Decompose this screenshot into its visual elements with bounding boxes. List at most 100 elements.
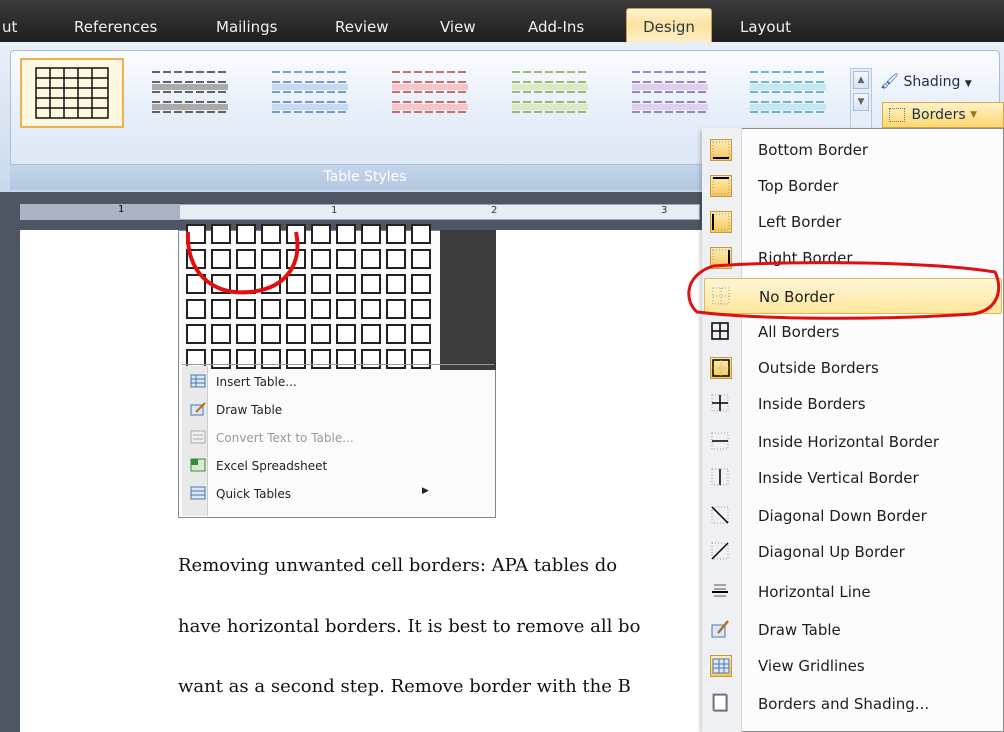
tab-view[interactable]: View: [440, 18, 476, 40]
grid-cell[interactable]: [361, 224, 381, 244]
borders-button[interactable]: Borders ▼: [882, 102, 1004, 128]
shading-button[interactable]: 🖌 Shading ▼: [880, 72, 1000, 96]
draw-table-label: Draw Table: [216, 403, 283, 417]
top-border-item[interactable]: Top Border: [704, 168, 1002, 204]
diagonal-up-border-item[interactable]: Diagonal Up Border: [704, 534, 1002, 570]
grid-cell[interactable]: [411, 324, 431, 344]
tab-add-ins[interactable]: Add-Ins: [528, 18, 584, 40]
borders-and-shading-item[interactable]: Borders and Shading...: [704, 686, 1002, 722]
grid-cell[interactable]: [311, 349, 331, 369]
grid-cell[interactable]: [336, 249, 356, 269]
table-style-swatch-red[interactable]: [380, 58, 484, 128]
table-style-swatch-grid[interactable]: [20, 58, 124, 128]
convert-text-item[interactable]: Convert Text to Table...: [182, 424, 442, 452]
draw-table-border-item[interactable]: Draw Table: [704, 612, 1002, 648]
grid-cell[interactable]: [361, 349, 381, 369]
grid-cell[interactable]: [311, 299, 331, 319]
grid-cell[interactable]: [261, 299, 281, 319]
grid-cell[interactable]: [211, 349, 231, 369]
inside-borders-item[interactable]: Inside Borders: [704, 386, 1002, 422]
grid-cell[interactable]: [311, 274, 331, 294]
draw-table-border-label: Draw Table: [758, 621, 841, 639]
grid-cell[interactable]: [336, 299, 356, 319]
inside-horizontal-border-item[interactable]: Inside Horizontal Border: [704, 424, 1002, 460]
grid-cell[interactable]: [236, 299, 256, 319]
grid-cell[interactable]: [386, 324, 406, 344]
diagonal-up-border-label: Diagonal Up Border: [758, 543, 905, 561]
chevron-down-icon[interactable]: ▼: [970, 110, 977, 120]
left-border-item[interactable]: Left Border: [704, 204, 1002, 240]
inside-horizontal-border-label: Inside Horizontal Border: [758, 433, 940, 451]
table-style-swatch-gray[interactable]: [140, 58, 244, 128]
grid-cell[interactable]: [211, 324, 231, 344]
grid-cell[interactable]: [311, 324, 331, 344]
tab-review[interactable]: Review: [335, 18, 389, 40]
inside-vertical-border-item[interactable]: Inside Vertical Border: [704, 460, 1002, 496]
table-style-swatch-cyan[interactable]: [738, 58, 842, 128]
grid-cell[interactable]: [361, 299, 381, 319]
grid-cell[interactable]: [236, 349, 256, 369]
tab-design[interactable]: Design: [626, 8, 712, 42]
borders-label: Borders: [911, 107, 966, 123]
view-gridlines-item[interactable]: View Gridlines: [704, 648, 1002, 684]
table-style-swatch-green[interactable]: [500, 58, 604, 128]
outside-borders-label: Outside Borders: [758, 359, 879, 377]
grid-cell[interactable]: [311, 224, 331, 244]
grid-cell[interactable]: [286, 324, 306, 344]
convert-icon: [190, 430, 206, 444]
grid-cell[interactable]: [186, 299, 206, 319]
grid-cell[interactable]: [411, 224, 431, 244]
grid-cell[interactable]: [336, 274, 356, 294]
bottom-border-label: Bottom Border: [758, 141, 869, 159]
excel-spreadsheet-item[interactable]: Excel Spreadsheet: [182, 452, 442, 480]
outside-borders-item[interactable]: Outside Borders: [704, 350, 1002, 386]
grid-cell[interactable]: [411, 349, 431, 369]
body-paragraph-line: want as a second step. Remove border wit…: [178, 676, 631, 697]
left-border-label: Left Border: [758, 213, 842, 231]
gallery-up-icon[interactable]: ▲: [853, 71, 869, 89]
grid-cell[interactable]: [411, 274, 431, 294]
grid-cell[interactable]: [386, 299, 406, 319]
diagonal-down-border-item[interactable]: Diagonal Down Border: [704, 498, 1002, 534]
tab-layout[interactable]: Layout: [740, 18, 791, 40]
all-borders-icon: [710, 321, 732, 343]
left-border-icon: [710, 211, 732, 233]
grid-cell[interactable]: [261, 349, 281, 369]
tab-layout-partial[interactable]: ut: [2, 18, 17, 40]
grid-cell[interactable]: [211, 299, 231, 319]
bottom-border-item[interactable]: Bottom Border: [704, 132, 1002, 168]
table-style-swatch-blue[interactable]: [260, 58, 364, 128]
tab-mailings[interactable]: Mailings: [216, 18, 277, 40]
grid-cell[interactable]: [386, 349, 406, 369]
grid-cell[interactable]: [236, 324, 256, 344]
gallery-down-icon[interactable]: ▼: [853, 93, 869, 111]
grid-cell[interactable]: [286, 299, 306, 319]
grid-cell[interactable]: [186, 324, 206, 344]
annotation-arc: [185, 231, 300, 295]
quick-tables-item[interactable]: Quick Tables ▶: [182, 480, 442, 508]
grid-cell[interactable]: [286, 349, 306, 369]
diagonal-up-border-icon: [710, 541, 732, 563]
grid-cell[interactable]: [361, 249, 381, 269]
grid-cell[interactable]: [336, 324, 356, 344]
grid-cell[interactable]: [311, 249, 331, 269]
grid-cell[interactable]: [336, 224, 356, 244]
tab-references[interactable]: References: [74, 18, 157, 40]
grid-cell[interactable]: [411, 299, 431, 319]
inside-borders-label: Inside Borders: [758, 395, 866, 413]
grid-cell[interactable]: [361, 324, 381, 344]
horizontal-line-item[interactable]: Horizontal Line: [704, 574, 1002, 610]
grid-cell[interactable]: [386, 224, 406, 244]
grid-cell[interactable]: [386, 274, 406, 294]
grid-cell[interactable]: [336, 349, 356, 369]
grid-cell[interactable]: [411, 249, 431, 269]
borders-grid-icon: [889, 108, 905, 122]
table-style-swatch-purple[interactable]: [620, 58, 724, 128]
inside-horizontal-border-icon: [710, 431, 732, 453]
draw-table-item[interactable]: Draw Table: [182, 396, 442, 424]
grid-cell[interactable]: [261, 324, 281, 344]
ruler-mark: 1: [331, 205, 338, 216]
grid-cell[interactable]: [386, 249, 406, 269]
insert-table-item[interactable]: Insert Table...: [182, 368, 442, 396]
grid-cell[interactable]: [361, 274, 381, 294]
